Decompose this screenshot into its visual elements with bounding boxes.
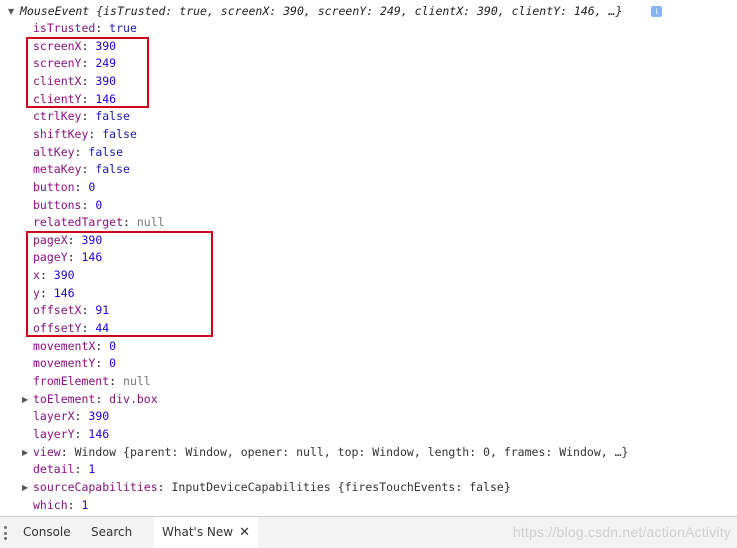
property-key: movementY	[33, 356, 96, 371]
property-value: 1	[81, 497, 89, 512]
property-value: false	[95, 162, 130, 177]
tab-search[interactable]: Search	[83, 517, 140, 548]
object-preview: {isTrusted: true, screenX: 390, screenY:…	[96, 4, 623, 18]
property-value: true	[109, 21, 137, 35]
property-key: layerX	[33, 409, 75, 424]
property-value: 0	[109, 356, 117, 371]
property-value: 0	[109, 338, 117, 353]
property-value: false	[88, 144, 124, 159]
property-key: layerY	[33, 426, 75, 441]
tab-console[interactable]: Console	[15, 517, 79, 548]
property-value: div.box	[109, 391, 158, 406]
tab-whats-new[interactable]: What's New ✕	[154, 517, 258, 548]
property-key: fromElement	[33, 374, 110, 388]
tab-console-label: Console	[23, 525, 71, 539]
property-key: which	[33, 497, 68, 512]
property-value: 146	[88, 426, 110, 441]
property-value: false	[102, 126, 137, 141]
property-key: buttons	[33, 197, 82, 212]
property-key: detail	[33, 462, 75, 477]
property-key: metaKey	[33, 162, 82, 177]
watermark: https://blog.csdn.net/actionActivity	[512, 524, 731, 540]
expanded-triangle-icon[interactable]: ▼	[8, 3, 18, 20]
property-key: toElement	[33, 391, 96, 406]
highlight-box-page-offset	[26, 231, 213, 337]
property-key: button	[33, 179, 75, 194]
tab-search-label: Search	[91, 525, 133, 539]
console-output: ▼ MouseEvent {isTrusted: true, screenX: …	[0, 0, 737, 516]
property-value: 0	[95, 197, 103, 212]
expand-triangle-icon[interactable]: ▶	[22, 391, 32, 408]
property-value: null	[136, 215, 165, 230]
property-key: view	[33, 444, 61, 459]
drawer-menu-icon[interactable]	[4, 526, 8, 540]
property-value: null	[123, 374, 151, 388]
property-value: false	[95, 109, 130, 124]
object-class-name: MouseEvent	[20, 4, 90, 18]
close-icon[interactable]: ✕	[239, 525, 250, 540]
info-icon[interactable]: i	[651, 6, 662, 17]
highlight-box-screen-client	[26, 37, 149, 108]
property-key: isTrusted	[33, 21, 96, 35]
property-value: 0	[88, 179, 96, 194]
property-value: 1	[88, 462, 96, 477]
expand-triangle-icon[interactable]: ▶	[22, 444, 32, 461]
drawer-tabbar: Console Search What's New ✕ https://blog.…	[0, 516, 737, 548]
property-key: shiftKey	[33, 126, 89, 141]
property-key: movementX	[33, 338, 96, 353]
expand-triangle-icon[interactable]: ▶	[22, 479, 32, 496]
property-value: 390	[88, 409, 110, 424]
property-key: relatedTarget	[33, 215, 124, 230]
tab-whats-new-label: What's New	[162, 525, 234, 539]
property-key: altKey	[33, 144, 75, 159]
property-key: ctrlKey	[33, 109, 82, 124]
property-key: sourceCapabilities	[33, 479, 158, 494]
property-value: InputDeviceCapabilities {firesTouchEvent…	[171, 479, 511, 494]
property-value: Window {parent: Window, opener: null, to…	[74, 444, 629, 459]
